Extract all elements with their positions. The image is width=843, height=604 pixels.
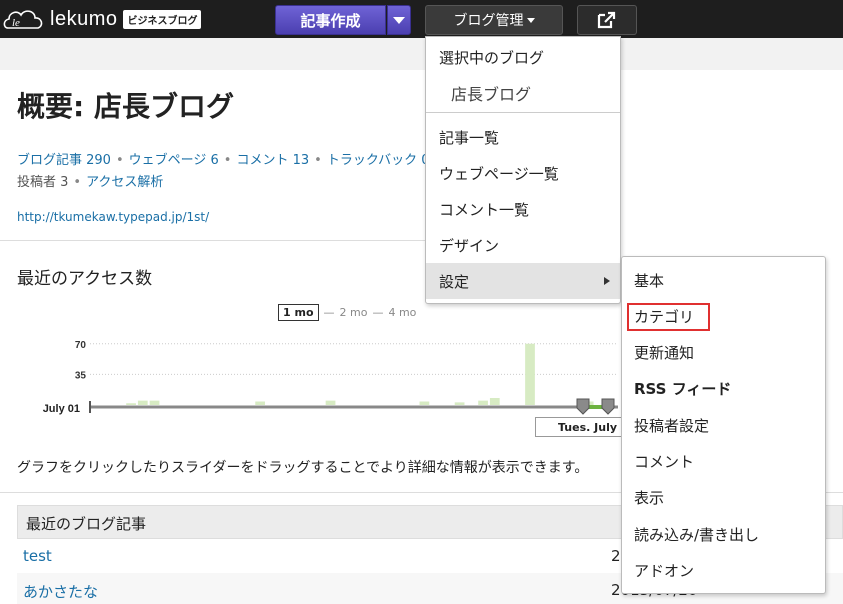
recent-access-heading: 最近のアクセス数: [17, 269, 153, 289]
separator-dot: •: [73, 175, 82, 190]
submenu-item-author-settings[interactable]: 投稿者設定: [622, 407, 825, 443]
submenu-item-display[interactable]: 表示: [622, 479, 825, 515]
post-date: 2: [611, 547, 621, 565]
submenu-item-import-export[interactable]: 読み込み/書き出し: [622, 516, 825, 552]
chart-bar: [137, 400, 148, 405]
menu-item-design[interactable]: デザイン: [426, 227, 620, 263]
blog-management-button[interactable]: ブログ管理: [425, 5, 563, 35]
selected-blog-item[interactable]: 店長ブログ: [426, 73, 620, 109]
range-1mo-button[interactable]: 1 mo: [278, 304, 319, 321]
settings-submenu: 基本 カテゴリ 更新通知 RSS フィード 投稿者設定 コメント 表示 読み込み…: [621, 256, 826, 594]
chevron-down-icon: [393, 16, 405, 24]
access-analysis-link[interactable]: アクセス解析: [86, 175, 163, 190]
web-pages-link[interactable]: ウェブページ 6: [129, 153, 219, 168]
submenu-item-comments[interactable]: コメント: [622, 443, 825, 479]
blog-management-dropdown: 選択中のブログ 店長ブログ 記事一覧 ウェブページ一覧 コメント一覧 デザイン …: [425, 36, 621, 304]
range-4mo-button[interactable]: 4 mo: [388, 306, 416, 319]
submenu-item-rss-feed[interactable]: RSS フィード: [622, 370, 825, 406]
submenu-item-label: アドオン: [634, 562, 695, 580]
range-separator: —: [372, 306, 384, 319]
submenu-item-label: コメント: [634, 453, 695, 471]
range-separator: —: [323, 306, 335, 319]
submenu-item-update-notify[interactable]: 更新通知: [622, 334, 825, 370]
chart-bar: [478, 400, 488, 405]
date-tooltip: Tues. July: [535, 417, 625, 437]
lekumo-logo[interactable]: le lekumo ビジネスブログ: [2, 5, 202, 33]
slider-handle[interactable]: [576, 398, 590, 415]
chart-bar: [126, 403, 136, 405]
chart-bar: [255, 401, 265, 405]
top-navigation-bar: le lekumo ビジネスブログ 記事作成 ブログ管理: [0, 0, 843, 38]
submenu-item-categories[interactable]: カテゴリ: [622, 298, 825, 334]
y-tick-label: 70: [75, 340, 87, 351]
chart-bar: [419, 401, 430, 405]
blog-posts-link[interactable]: ブログ記事 290: [17, 153, 111, 168]
chevron-right-icon: [604, 277, 610, 285]
x-start-label: July 01: [43, 403, 80, 415]
menu-item-settings[interactable]: 設定: [426, 263, 620, 299]
menu-item-posts[interactable]: 記事一覧: [426, 119, 620, 155]
submenu-item-label: 表示: [634, 489, 665, 507]
submenu-item-label: RSS フィード: [634, 380, 732, 398]
post-title-link[interactable]: あかさたな: [23, 583, 98, 601]
cloud-logo-icon: le: [2, 6, 48, 32]
chart-bar: [454, 402, 465, 405]
range-2mo-button[interactable]: 2 mo: [340, 306, 368, 319]
chart-bar: [149, 400, 160, 405]
logo-text: lekumo: [50, 7, 118, 30]
page-title: 概要: 店長ブログ: [17, 90, 234, 123]
post-title-link[interactable]: test: [23, 547, 52, 565]
separator-dot: •: [314, 153, 322, 168]
menu-item-settings-label: 設定: [439, 273, 470, 291]
view-blog-button[interactable]: [577, 5, 637, 35]
range-selector: 1 mo — 2 mo — 4 mo: [278, 304, 416, 321]
chart-bar: [325, 400, 336, 405]
authors-count: 投稿者 3: [17, 175, 69, 190]
submenu-item-label: 読み込み/書き出し: [634, 526, 760, 544]
chart-bar: [525, 343, 535, 405]
blog-stats: ブログ記事 290 • ウェブページ 6 • コメント 13 • トラックバック 0 投稿者…: [17, 150, 430, 194]
access-chart[interactable]: 70 35 July 01: [0, 325, 620, 437]
chart-bar: [489, 398, 500, 405]
logo-badge: ビジネスブログ: [123, 9, 202, 29]
menu-item-comments[interactable]: コメント一覧: [426, 191, 620, 227]
trackbacks-link[interactable]: トラックバック 0: [327, 153, 430, 168]
comments-link[interactable]: コメント 13: [236, 153, 309, 168]
caret-down-icon: [526, 17, 535, 23]
compose-post-button[interactable]: 記事作成: [275, 5, 386, 35]
y-tick-label: 35: [75, 370, 87, 381]
svg-text:le: le: [12, 17, 20, 29]
submenu-item-label: 更新通知: [634, 344, 695, 362]
blog-management-label: ブログ管理: [453, 13, 524, 29]
chart-help-text: グラフをクリックしたりスライダーをドラッグすることでより詳細な情報が表示できます…: [17, 460, 589, 476]
compose-dropdown-button[interactable]: [387, 5, 411, 35]
separator-dot: •: [223, 153, 232, 168]
dropdown-divider: [426, 112, 620, 113]
submenu-item-addons[interactable]: アドオン: [622, 552, 825, 588]
submenu-item-basic[interactable]: 基本: [622, 262, 825, 298]
menu-item-webpages[interactable]: ウェブページ一覧: [426, 155, 620, 191]
submenu-item-label: 投稿者設定: [634, 417, 710, 435]
blog-url-link[interactable]: http://tkumekaw.typepad.jp/1st/: [17, 210, 209, 224]
external-link-icon: [597, 11, 616, 29]
selected-blog-heading: 選択中のブログ: [439, 49, 545, 67]
slider-handle[interactable]: [601, 398, 615, 415]
submenu-item-label: 基本: [634, 272, 665, 290]
separator-dot: •: [115, 153, 124, 168]
submenu-item-label: カテゴリ: [627, 303, 711, 331]
